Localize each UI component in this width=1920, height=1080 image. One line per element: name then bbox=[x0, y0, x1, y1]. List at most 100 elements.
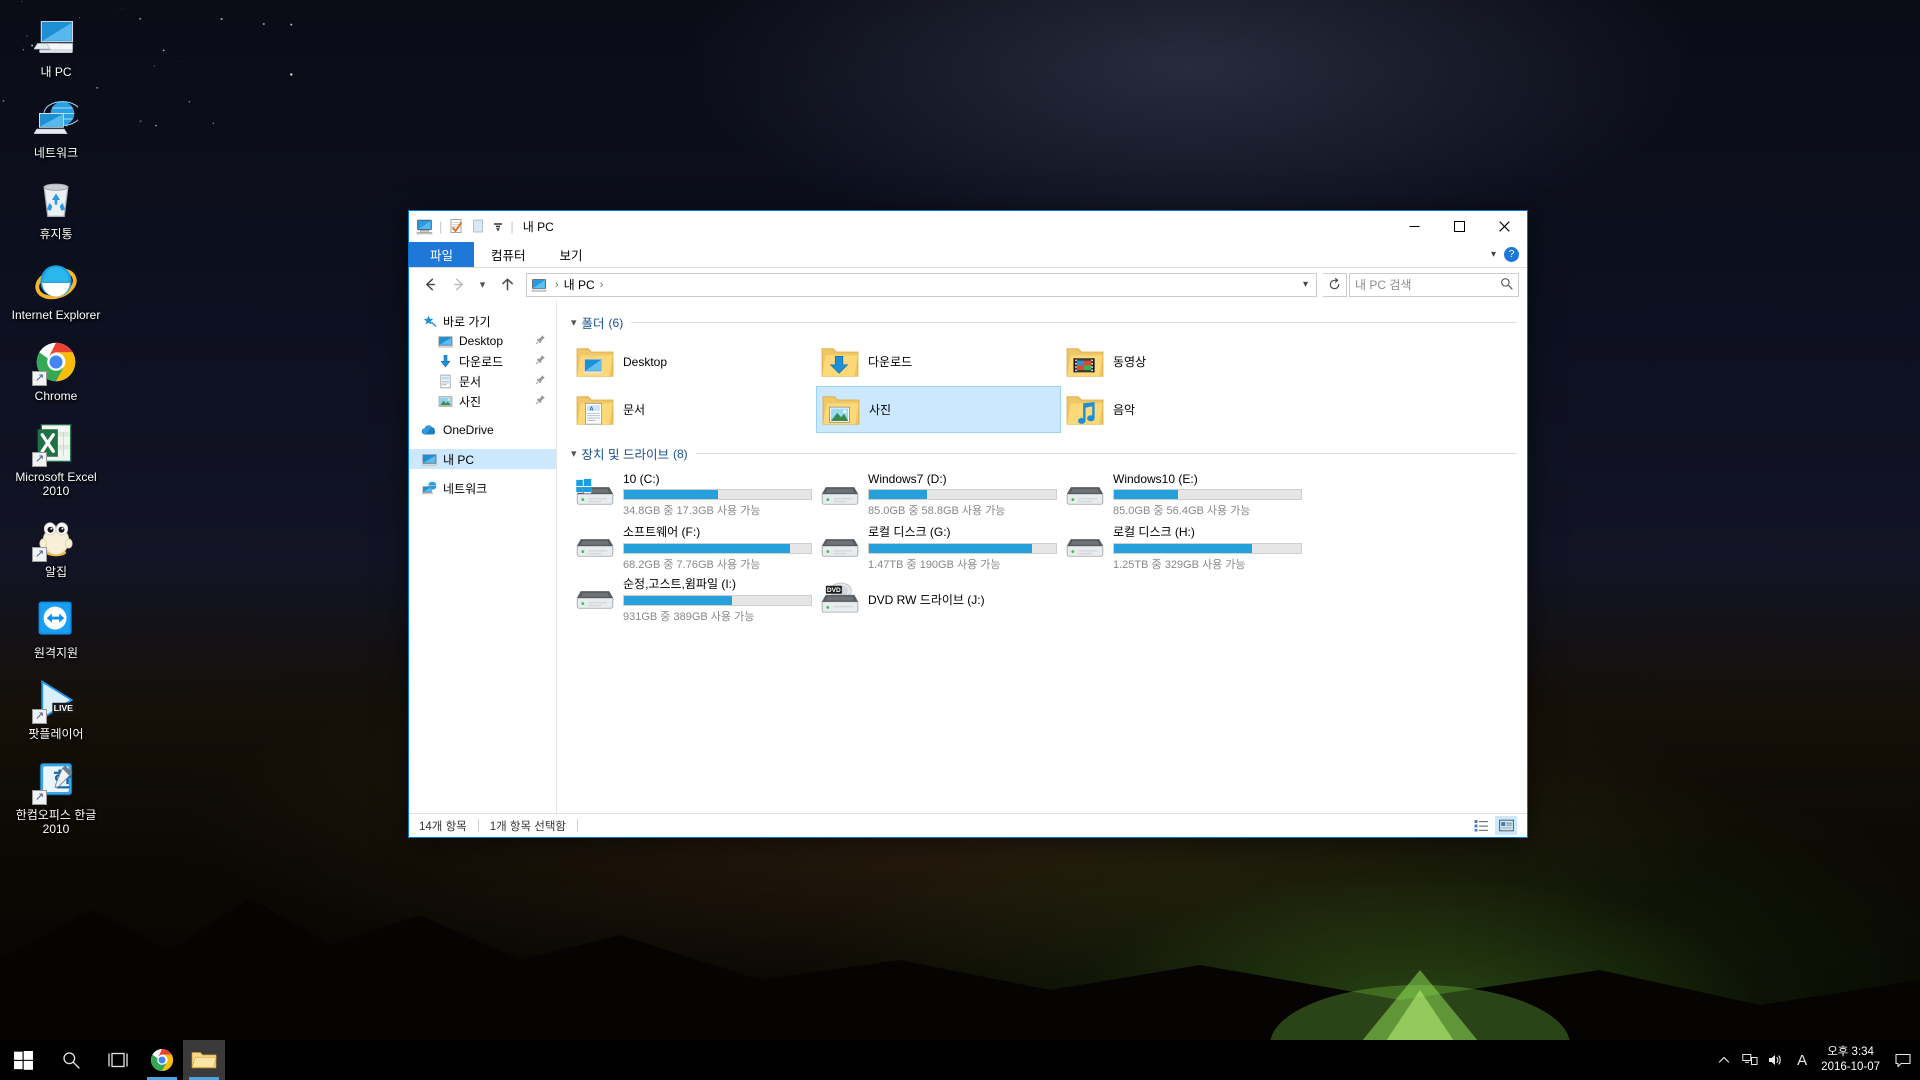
drive-free-space: 931GB 중 389GB 사용 가능 bbox=[623, 610, 755, 623]
pin-icon[interactable] bbox=[535, 374, 546, 388]
minimize-button[interactable] bbox=[1392, 211, 1437, 242]
chevron-down-icon[interactable]: ▾ bbox=[1491, 249, 1496, 260]
tab-file[interactable]: 파일 bbox=[409, 242, 475, 267]
drive-tile-drive-g[interactable]: 로컬 디스크 (G:) 1.47TB 중 190GB 사용 가능 bbox=[816, 521, 1061, 573]
pin-icon[interactable] bbox=[535, 334, 546, 348]
folder-tile-folder-pictures[interactable]: 사진 bbox=[816, 386, 1061, 433]
drive-tile-drive-c[interactable]: 10 (C:) 34.8GB 중 17.3GB 사용 가능 bbox=[571, 469, 816, 521]
ime-indicator[interactable]: A bbox=[1789, 1040, 1815, 1080]
quick-access-toolbar[interactable]: | | bbox=[416, 218, 515, 235]
folder-tile-folder-desktop[interactable]: Desktop bbox=[571, 338, 816, 385]
drive-tile-drive-i[interactable]: 순정,고스트,윔파일 (I:) 931GB 중 389GB 사용 가능 bbox=[571, 573, 816, 625]
back-button[interactable] bbox=[417, 272, 443, 298]
search-input[interactable]: 내 PC 검색 bbox=[1349, 272, 1519, 297]
sidebar-item-downloads[interactable]: 다운로드 bbox=[409, 351, 556, 371]
taskbar-chrome[interactable] bbox=[141, 1040, 183, 1080]
tab-view[interactable]: 보기 bbox=[543, 242, 600, 267]
pin-icon[interactable] bbox=[535, 354, 546, 368]
window-controls[interactable] bbox=[1392, 211, 1527, 242]
breadcrumb-item-mypc[interactable]: 내 PC bbox=[564, 276, 595, 293]
recent-locations-button[interactable]: ▾ bbox=[473, 272, 492, 298]
pin-icon[interactable] bbox=[535, 394, 546, 408]
hard-drive-icon bbox=[575, 530, 617, 564]
address-bar[interactable]: › 내 PC › ▾ bbox=[526, 272, 1317, 297]
new-folder-icon[interactable] bbox=[470, 218, 487, 235]
view-toggle-group[interactable] bbox=[1470, 816, 1517, 835]
folder-video-icon bbox=[1065, 342, 1105, 382]
close-button[interactable] bbox=[1482, 211, 1527, 242]
chevron-down-icon[interactable]: ▾ bbox=[1299, 279, 1312, 290]
sidebar-item-onedrive[interactable]: OneDrive bbox=[409, 420, 556, 440]
sidebar-item-pictures[interactable]: 사진 bbox=[409, 391, 556, 411]
folder-tile-folder-music[interactable]: 음악 bbox=[1061, 386, 1306, 433]
up-button[interactable] bbox=[494, 272, 520, 298]
drive-tile-drive-j[interactable]: DVD DVD RW 드라이브 (J:) bbox=[816, 573, 1061, 625]
taskbar[interactable]: A 오후 3:34 2016-10-07 bbox=[0, 1040, 1920, 1080]
sidebar-item-desktop[interactable]: Desktop bbox=[409, 331, 556, 351]
sidebar-item-documents[interactable]: 문서 bbox=[409, 371, 556, 391]
chevron-down-icon[interactable]: ▾ bbox=[571, 447, 577, 460]
drive-tile-drive-e[interactable]: Windows10 (E:) 85.0GB 중 56.4GB 사용 가능 bbox=[1061, 469, 1306, 521]
file-explorer-window[interactable]: | | 내 PC 파일 컴퓨터 보기 ▾ ? ▾ › 내 PC › ▾ 내 PC… bbox=[408, 210, 1528, 838]
start-button[interactable] bbox=[0, 1040, 47, 1080]
folder-tile-folder-downloads[interactable]: 다운로드 bbox=[816, 338, 1061, 385]
drives-group-header[interactable]: ▾ 장치 및 드라이브 (8) bbox=[571, 444, 1517, 463]
sidebar-item-quick-access[interactable]: 바로 가기 bbox=[409, 311, 556, 331]
qat-separator-1: | bbox=[439, 219, 443, 234]
desktop-icon-internet-explorer[interactable]: Internet Explorer bbox=[0, 251, 112, 326]
properties-checkmark-icon[interactable] bbox=[448, 218, 465, 235]
clock-date: 2016-10-07 bbox=[1821, 1061, 1880, 1073]
breadcrumb-separator-1[interactable]: › bbox=[555, 279, 559, 291]
drive-tile-drive-d[interactable]: Windows7 (D:) 85.0GB 중 58.8GB 사용 가능 bbox=[816, 469, 1061, 521]
desktop-icon-excel[interactable]: ↗ Microsoft Excel 2010 bbox=[0, 413, 112, 502]
navigation-pane[interactable]: 바로 가기 Desktop 다운로드 문서 사진 OneDrive 내 PC 네트워크 bbox=[409, 301, 557, 813]
tab-computer-label: 컴퓨터 bbox=[491, 249, 526, 263]
desktop-icon-my-pc[interactable]: 내 PC bbox=[0, 8, 112, 83]
desktop-icon-hancom-hangul[interactable]: 한↗ 한컴오피스 한글 2010 bbox=[0, 751, 112, 840]
sidebar-item-my-pc[interactable]: 내 PC bbox=[409, 449, 556, 469]
chevron-down-icon[interactable]: ▾ bbox=[571, 316, 577, 329]
desktop-icon-chrome[interactable]: ↗ Chrome bbox=[0, 332, 112, 407]
chevron-down-icon[interactable] bbox=[492, 218, 504, 235]
taskbar-search-icon[interactable] bbox=[47, 1040, 94, 1080]
refresh-button[interactable] bbox=[1323, 272, 1347, 297]
network-tray-icon[interactable] bbox=[1737, 1040, 1763, 1080]
desktop-icon-alzip[interactable]: ↗ 알집 bbox=[0, 508, 112, 583]
desktop-icon-remote-support[interactable]: 원격지원 bbox=[0, 589, 112, 664]
forward-button[interactable] bbox=[445, 272, 471, 298]
maximize-button[interactable] bbox=[1437, 211, 1482, 242]
task-view-icon[interactable] bbox=[94, 1040, 141, 1080]
window-titlebar[interactable]: | | 내 PC bbox=[409, 211, 1527, 242]
search-icon[interactable] bbox=[1500, 277, 1513, 293]
window-title: 내 PC bbox=[522, 220, 554, 234]
breadcrumb-separator-2[interactable]: › bbox=[600, 279, 604, 291]
chevron-up-icon[interactable] bbox=[1711, 1040, 1737, 1080]
folder-tile-folder-documents[interactable]: A 문서 bbox=[571, 386, 816, 433]
desktop-icon-recycle-bin[interactable]: 휴지통 bbox=[0, 170, 112, 245]
taskbar-file-explorer[interactable] bbox=[183, 1040, 225, 1080]
desktop-icon-label: Internet Explorer bbox=[11, 308, 101, 322]
system-tray[interactable]: A 오후 3:34 2016-10-07 bbox=[1711, 1040, 1920, 1080]
shortcut-arrow-icon: ↗ bbox=[32, 452, 47, 467]
content-pane[interactable]: ▾ 폴더 (6) Desktop 다운로드 동영상 A 문서 사진 음악 ▾ 장치 및 드라… bbox=[557, 301, 1527, 813]
tab-computer[interactable]: 컴퓨터 bbox=[474, 242, 543, 267]
speaker-icon[interactable] bbox=[1763, 1040, 1789, 1080]
action-center-icon[interactable] bbox=[1890, 1040, 1916, 1080]
desktop-icon-label: Microsoft Excel 2010 bbox=[15, 470, 97, 498]
large-icons-view-icon[interactable] bbox=[1495, 816, 1517, 835]
folder-tile-folder-videos[interactable]: 동영상 bbox=[1061, 338, 1306, 385]
taskbar-clock[interactable]: 오후 3:34 2016-10-07 bbox=[1815, 1045, 1890, 1075]
computer-icon[interactable] bbox=[416, 218, 433, 235]
desktop-icon-network[interactable]: 네트워크 bbox=[0, 89, 112, 164]
ribbon-tab-bar[interactable]: 파일 컴퓨터 보기 ▾ ? bbox=[409, 242, 1527, 268]
folders-group-count: (6) bbox=[608, 315, 624, 330]
clock-time: 오후 3:34 bbox=[1827, 1046, 1874, 1058]
details-view-icon[interactable] bbox=[1470, 816, 1492, 835]
drive-tile-drive-f[interactable]: 소프트웨어 (F:) 68.2GB 중 7.76GB 사용 가능 bbox=[571, 521, 816, 573]
folders-group-header[interactable]: ▾ 폴더 (6) bbox=[571, 313, 1517, 332]
desktop-icon-potplayer[interactable]: LIVE ↗ 팟플레이어 bbox=[0, 670, 112, 745]
navigation-bar[interactable]: ▾ › 내 PC › ▾ 내 PC 검색 bbox=[409, 268, 1527, 301]
sidebar-item-network[interactable]: 네트워크 bbox=[409, 478, 556, 498]
drive-tile-drive-h[interactable]: 로컬 디스크 (H:) 1.25TB 중 329GB 사용 가능 bbox=[1061, 521, 1306, 573]
help-icon[interactable]: ? bbox=[1504, 247, 1519, 262]
